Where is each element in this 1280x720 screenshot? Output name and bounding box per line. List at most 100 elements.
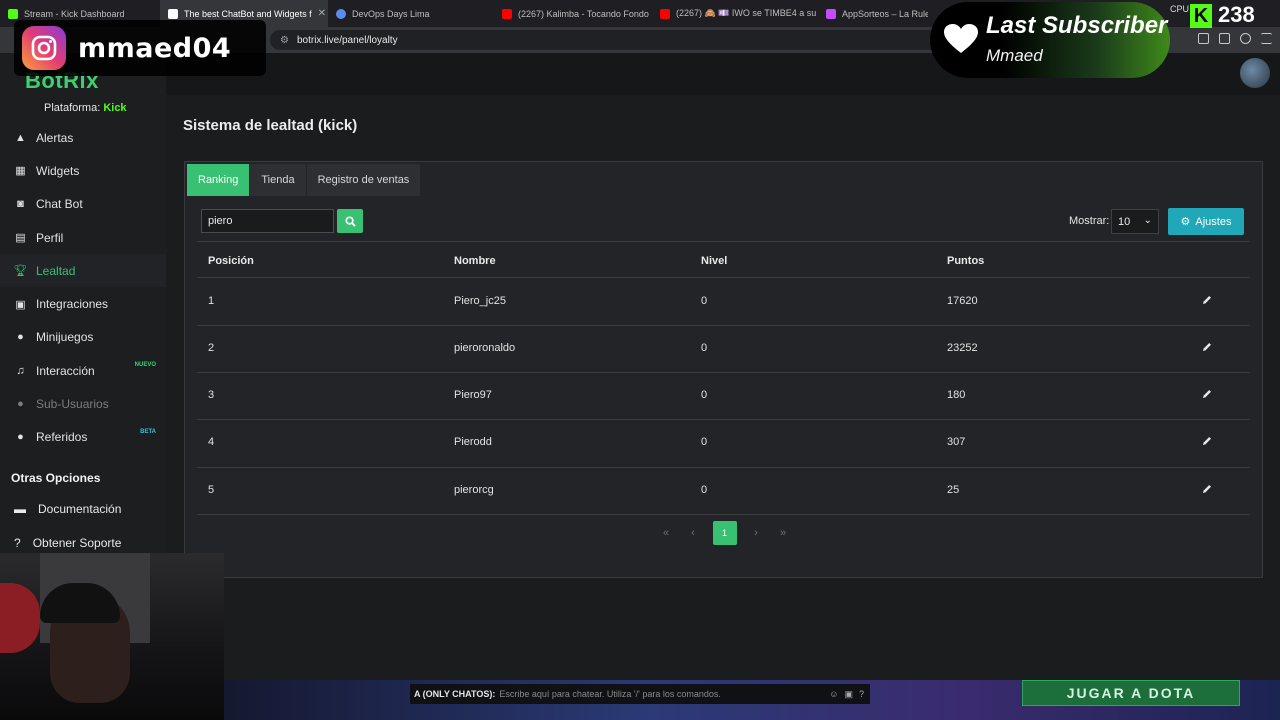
kick-logo-icon: K: [1190, 4, 1212, 28]
gamepad-icon: ●: [17, 331, 24, 344]
trophy-icon: 🏆︎: [13, 265, 28, 278]
sidebar-item-alertas[interactable]: ▲ Alertas: [0, 121, 166, 154]
sidebar-item-label: Documentación: [38, 502, 122, 516]
sidebar-item-label: Alertas: [36, 130, 74, 145]
cell-level: 0: [701, 389, 708, 401]
settings-button[interactable]: ⚙ Ajustes: [1168, 208, 1244, 235]
close-icon[interactable]: ✕: [318, 8, 326, 19]
sidebar-item-label: Widgets: [36, 163, 80, 178]
next-page-button[interactable]: ›: [749, 526, 764, 541]
grid-icon: ▦: [15, 165, 26, 178]
wallet-icon[interactable]: [1219, 33, 1230, 44]
user-avatar[interactable]: [1240, 58, 1270, 88]
menu-icon[interactable]: [1261, 33, 1272, 44]
instagram-username: mmaed04: [78, 32, 232, 64]
url-field[interactable]: ⚙ botrix.live/panel/loyalty: [270, 30, 960, 50]
tab-ranking[interactable]: Ranking: [187, 164, 250, 196]
tab-label: Stream - Kick Dashboard: [24, 8, 125, 19]
plug-icon: ▣: [15, 298, 26, 311]
cell-points: 17620: [947, 295, 978, 307]
divider: [197, 241, 1250, 242]
beta-badge: BETA: [140, 428, 156, 435]
platform-label: Plataforma:: [44, 102, 101, 114]
browser-tab[interactable]: DevOps Days Lima: [328, 0, 494, 27]
translate-icon[interactable]: ▣: [844, 689, 853, 700]
shield-icon[interactable]: [1240, 33, 1251, 44]
viewer-count: 238: [1218, 2, 1255, 27]
loyalty-card: Ranking Tienda Registro de ventas piero …: [184, 161, 1263, 578]
sidebar-item-perfil[interactable]: ▤ Perfil: [0, 221, 166, 254]
game-chat-input[interactable]: A (ONLY CHATOS): Escribe aquí para chate…: [410, 684, 870, 704]
tab-registro-ventas[interactable]: Registro de ventas: [306, 164, 421, 196]
help-icon[interactable]: ?: [859, 689, 864, 700]
edit-icon[interactable]: [1201, 387, 1215, 401]
sidebar-item-widgets[interactable]: ▦ Widgets: [0, 154, 166, 187]
sidebar-menu: ▲ Alertas ▦ Widgets ◙ Chat Bot ▤ Perfil …: [0, 121, 166, 454]
play-dota-button[interactable]: JUGAR A DOTA: [1022, 680, 1240, 706]
show-label: Mostrar:: [1069, 215, 1110, 227]
prev-page-button[interactable]: ‹: [686, 526, 701, 541]
edit-icon[interactable]: [1201, 482, 1215, 496]
sidebar-item-lealtad[interactable]: 🏆︎ Lealtad: [0, 254, 166, 288]
tab-label: AppSorteos – La Ruleta de: [842, 8, 928, 19]
cell-level: 0: [701, 295, 708, 307]
sidebar-toggle-icon[interactable]: [1198, 33, 1209, 44]
sidebar-item-integraciones[interactable]: ▣ Integraciones: [0, 287, 166, 320]
tab-label: DevOps Days Lima: [352, 8, 430, 19]
column-header-puntos[interactable]: Puntos: [947, 255, 984, 267]
current-page-button[interactable]: 1: [712, 521, 737, 545]
browser-tab[interactable]: (2267) 🙈 💷 IWO se TIMBE4 a su SU: [652, 0, 818, 27]
table-row: 5 pierorcg 0 25: [197, 467, 1250, 514]
kick-favicon-icon: [8, 8, 18, 19]
sidebar-item-label: Obtener Soporte: [32, 536, 122, 550]
edit-icon[interactable]: [1201, 434, 1215, 448]
cpu-label: CPU: [1170, 4, 1190, 14]
page-size-value: 10: [1118, 215, 1131, 228]
edit-icon[interactable]: [1201, 340, 1215, 354]
sidebar-item-referidos[interactable]: ● Referidos BETA: [0, 421, 166, 454]
browser-tab[interactable]: AppSorteos – La Ruleta de: [818, 0, 928, 27]
instagram-icon: [22, 26, 66, 70]
cell-name: Piero_jc25: [454, 295, 506, 307]
cell-level: 0: [701, 484, 708, 496]
tab-label: (2267) 🙈 💷 IWO se TIMBE4 a su SU: [676, 8, 818, 18]
sidebar-item-interaccion[interactable]: ♫ Interacción NUEVO: [0, 354, 166, 387]
emoji-icon[interactable]: ☺: [829, 689, 838, 700]
search-button[interactable]: [337, 209, 363, 233]
botrix-favicon-icon: [168, 8, 178, 19]
help-icon: ?: [14, 536, 21, 550]
browser-tab[interactable]: (2267) Kalimba - Tocando Fondo: [494, 0, 652, 27]
last-page-button[interactable]: »: [776, 526, 791, 541]
edit-icon[interactable]: [1201, 293, 1215, 307]
platform-indicator: Plataforma: Kick: [44, 102, 127, 114]
gears-icon: ⚙: [1180, 216, 1191, 228]
column-header-posicion[interactable]: Posición: [208, 255, 254, 267]
sidebar-item-documentacion[interactable]: ▬ Documentación: [0, 494, 166, 524]
sidebar-item-chat-bot[interactable]: ◙ Chat Bot: [0, 188, 166, 221]
search-input[interactable]: piero: [201, 209, 334, 233]
table-row: 4 Pierodd 0 307: [197, 419, 1250, 466]
url-text: botrix.live/panel/loyalty: [296, 34, 398, 46]
warning-icon: ▲: [15, 131, 26, 144]
site-info-icon[interactable]: ⚙: [280, 35, 289, 46]
gear-icon: [336, 8, 346, 19]
first-page-button[interactable]: «: [659, 526, 674, 541]
tab-tienda[interactable]: Tienda: [250, 164, 306, 196]
sidebar-item-sub-usuarios[interactable]: ● Sub-Usuarios: [0, 387, 166, 420]
sidebar-item-minijuegos[interactable]: ● Minijuegos: [0, 321, 166, 354]
cell-points: 25: [947, 484, 960, 496]
robot-icon: ◙: [17, 198, 24, 211]
book-icon: ▬: [14, 502, 26, 516]
column-header-nombre[interactable]: Nombre: [454, 255, 496, 267]
column-header-nivel[interactable]: Nivel: [701, 255, 727, 267]
chat-icons: ☺ ▣ ?: [829, 689, 870, 700]
sidebar-item-label: Lealtad: [36, 263, 76, 278]
table-row: 1 Piero_jc25 0 17620: [197, 278, 1250, 325]
last-subscriber-overlay: Last Subscriber Mmaed: [930, 2, 1170, 78]
settings-label: Ajustes: [1195, 215, 1232, 228]
new-badge: NUEVO: [134, 362, 156, 369]
cell-level: 0: [701, 436, 708, 448]
pagination: « ‹ 1 › »: [185, 521, 1264, 545]
cell-points: 180: [947, 389, 966, 401]
page-size-select[interactable]: 10 ⌄: [1111, 209, 1159, 234]
